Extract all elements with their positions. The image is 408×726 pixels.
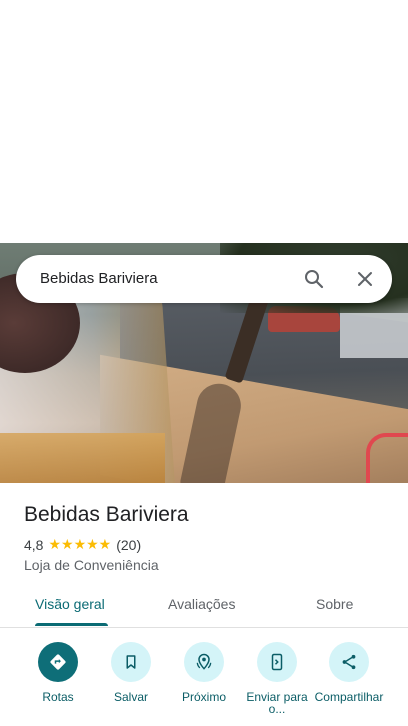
blank-top-area (0, 0, 408, 243)
share-icon (329, 642, 369, 682)
send-to-phone-button[interactable]: Enviar para o... (241, 640, 313, 715)
search-bar[interactable]: Bebidas Bariviera (16, 255, 392, 303)
save-button[interactable]: Salvar (95, 640, 167, 703)
place-title: Bebidas Bariviera (24, 503, 189, 526)
tab-reviews[interactable]: Avaliações (168, 596, 235, 612)
tab-overview[interactable]: Visão geral (35, 596, 105, 612)
nearby-label: Próximo (181, 690, 226, 704)
photo-chair (366, 433, 408, 483)
search-icon[interactable] (302, 267, 326, 291)
rating-row[interactable]: 4,8 ★★★★★ (20) (24, 536, 141, 553)
place-category: Loja de Conveniência (24, 557, 159, 573)
send-to-phone-icon (257, 642, 297, 682)
share-label: Compartilhar (314, 690, 384, 704)
nearby-icon (184, 642, 224, 682)
directions-label: Rotas (42, 690, 74, 704)
active-tab-indicator (35, 623, 108, 626)
rating-value: 4,8 (24, 536, 44, 553)
send-to-phone-label: Enviar para o... (246, 690, 308, 716)
rating-stars-icon: ★★★★★ (48, 536, 112, 552)
search-query[interactable]: Bebidas Bariviera (40, 270, 158, 287)
nearby-button[interactable]: Próximo (168, 640, 240, 703)
bookmark-icon (111, 642, 151, 682)
directions-icon (38, 642, 78, 682)
tab-bar: Visão geral Avaliações Sobre (0, 587, 408, 628)
photo-beer (0, 433, 165, 483)
review-count: (20) (116, 536, 142, 553)
tab-about[interactable]: Sobre (316, 596, 353, 612)
share-button[interactable]: Compartilhar (313, 640, 385, 703)
directions-button[interactable]: Rotas (22, 640, 94, 703)
save-label: Salvar (113, 690, 148, 704)
close-icon[interactable] (353, 267, 377, 291)
action-bar: Rotas Salvar Próximo Enviar para o... Co… (0, 640, 408, 726)
